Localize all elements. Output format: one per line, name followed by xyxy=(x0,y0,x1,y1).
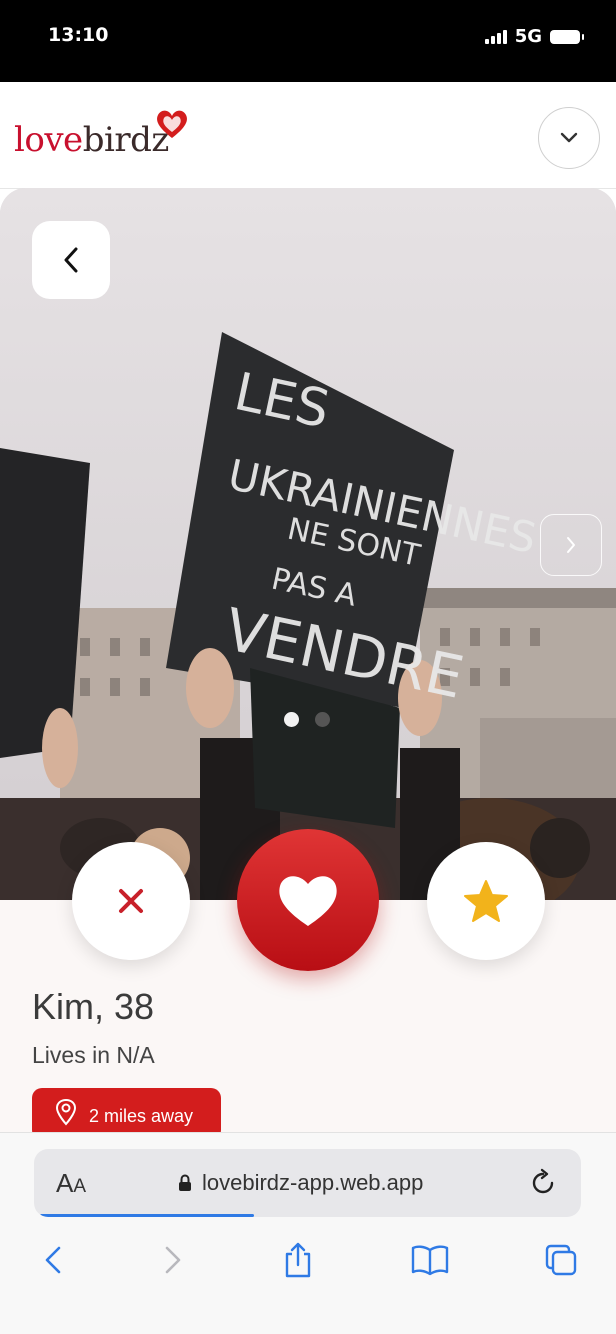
browser-back-button[interactable] xyxy=(28,1235,78,1285)
location-pin-icon xyxy=(55,1098,77,1126)
lock-icon xyxy=(179,1174,191,1191)
heart-icon xyxy=(279,876,337,926)
back-chevron-icon xyxy=(64,247,78,273)
profile-name-age: Kim, 38 xyxy=(32,986,155,1027)
close-icon xyxy=(119,889,143,913)
url-display[interactable]: lovebirdz-app.web.app xyxy=(178,1170,423,1196)
aa-large: A xyxy=(56,1168,74,1198)
status-bar: 13:10 5G xyxy=(0,0,616,82)
browser-back-icon xyxy=(45,1246,61,1274)
next-photo-button[interactable] xyxy=(540,514,602,576)
back-button[interactable] xyxy=(32,221,110,299)
pass-button[interactable] xyxy=(72,842,190,960)
tabs-icon xyxy=(545,1244,577,1276)
share-button[interactable] xyxy=(273,1235,323,1285)
bookmarks-icon xyxy=(411,1245,449,1276)
url-text: lovebirdz-app.web.app xyxy=(202,1170,424,1195)
photo-pagination xyxy=(284,712,330,727)
page-load-progress xyxy=(40,1214,254,1217)
share-icon xyxy=(285,1242,311,1278)
app-logo[interactable]: lovebirdz xyxy=(14,120,169,160)
app-header: lovebirdz xyxy=(0,82,616,189)
status-time: 13:10 xyxy=(48,24,109,46)
bookmarks-button[interactable] xyxy=(405,1235,455,1285)
battery-icon xyxy=(550,29,584,44)
browser-chrome: AA lovebirdz-app.web.app xyxy=(0,1132,616,1334)
pagination-dot-2[interactable] xyxy=(315,712,330,727)
super-like-button[interactable] xyxy=(427,842,545,960)
distance-text: 2 miles away xyxy=(89,1106,194,1126)
status-indicators: 5G xyxy=(484,26,584,47)
logo-love: love xyxy=(14,120,83,160)
tabs-button[interactable] xyxy=(536,1235,586,1285)
reload-icon[interactable] xyxy=(528,1168,558,1198)
star-icon xyxy=(464,880,508,922)
menu-dropdown-button[interactable] xyxy=(538,107,600,169)
chevron-down-icon xyxy=(560,132,578,143)
text-size-button[interactable]: AA xyxy=(56,1168,86,1199)
profile-location: Lives in N/A xyxy=(32,1042,155,1068)
logo-heart-icon xyxy=(157,110,187,138)
browser-forward-button[interactable] xyxy=(148,1235,198,1285)
aa-small: A xyxy=(73,1176,87,1197)
like-button[interactable] xyxy=(237,829,379,971)
pagination-dot-1[interactable] xyxy=(284,712,299,727)
signal-icon xyxy=(484,29,507,44)
next-chevron-icon xyxy=(567,537,575,553)
network-label: 5G xyxy=(514,26,542,47)
address-bar[interactable]: AA lovebirdz-app.web.app xyxy=(34,1149,581,1217)
browser-forward-icon xyxy=(165,1246,181,1274)
profile-photo[interactable]: LES UKRAINIENNES NE SONT PAS A VENDRE xyxy=(0,188,616,900)
